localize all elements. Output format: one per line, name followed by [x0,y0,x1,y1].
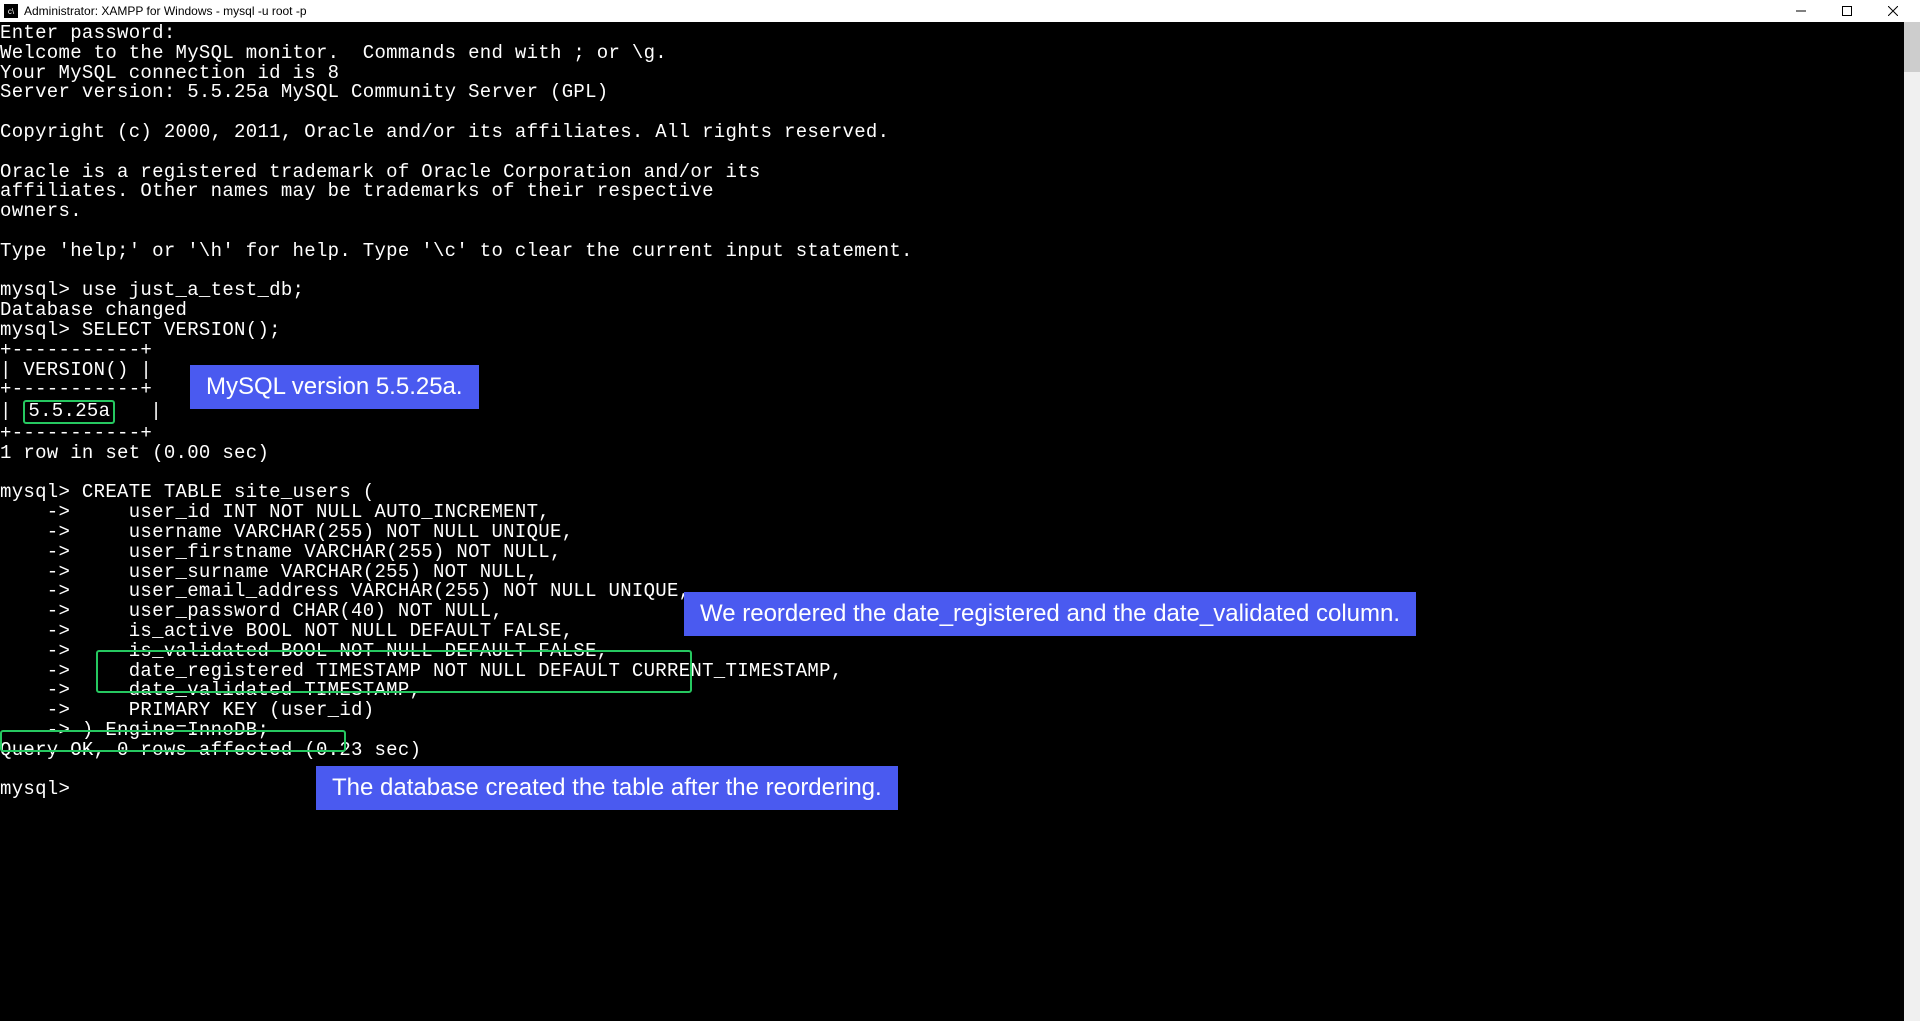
terminal-line: Type 'help;' or '\h' for help. Type '\c'… [0,242,1920,262]
scrollbar-vertical[interactable] [1904,22,1920,1021]
terminal-line: Server version: 5.5.25a MySQL Community … [0,83,1920,103]
callout-reorder: We reordered the date_registered and the… [684,592,1416,636]
terminal-line: affiliates. Other names may be trademark… [0,182,1920,202]
window-titlebar: c\ Administrator: XAMPP for Windows - my… [0,0,1920,22]
terminal-line [0,143,1920,163]
callout-reorder-text: We reordered the date_registered and the… [700,600,1400,627]
terminal-line: Database changed [0,301,1920,321]
terminal-line [0,222,1920,242]
terminal-line: mysql> SELECT VERSION(); [0,321,1920,341]
highlight-version-value: 5.5.25a [23,400,115,424]
terminal-line: Welcome to the MySQL monitor. Commands e… [0,44,1920,64]
highlight-query-ok [0,730,346,752]
terminal-line: mysql> [0,780,1920,800]
version-cell-post: | [115,400,162,422]
terminal-line [0,760,1920,780]
callout-created-text: The database created the table after the… [332,774,882,801]
window-title: Administrator: XAMPP for Windows - mysql… [24,4,1778,18]
callout-created: The database created the table after the… [316,766,898,810]
callout-version-text: MySQL version 5.5.25a. [206,373,463,400]
terminal-line: 1 row in set (0.00 sec) [0,444,1920,464]
scrollbar-thumb[interactable] [1904,22,1920,72]
highlight-date-columns [96,650,692,693]
terminal-line: -> username VARCHAR(255) NOT NULL UNIQUE… [0,523,1920,543]
terminal-line: +-----------+ [0,341,1920,361]
terminal-line [0,103,1920,123]
terminal-line: -> user_firstname VARCHAR(255) NOT NULL, [0,543,1920,563]
cmd-icon: c\ [4,4,18,18]
version-cell-pre: | [0,400,23,422]
window-controls [1778,0,1916,22]
terminal-line: -> user_id INT NOT NULL AUTO_INCREMENT, [0,503,1920,523]
callout-version: MySQL version 5.5.25a. [190,365,479,409]
maximize-button[interactable] [1824,0,1870,22]
minimize-button[interactable] [1778,0,1824,22]
terminal-line: -> PRIMARY KEY (user_id) [0,701,1920,721]
terminal-line: +-----------+ [0,424,1920,444]
close-button[interactable] [1870,0,1916,22]
terminal-line: mysql> use just_a_test_db; [0,281,1920,301]
terminal-line: Enter password: [0,24,1920,44]
terminal-line: Copyright (c) 2000, 2011, Oracle and/or … [0,123,1920,143]
terminal-line: owners. [0,202,1920,222]
